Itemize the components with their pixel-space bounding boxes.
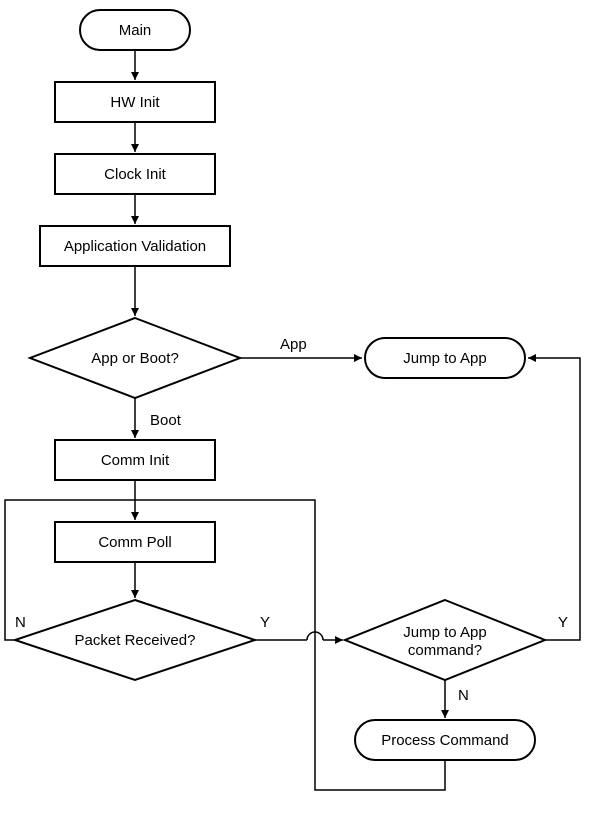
label-comm-init: Comm Init — [101, 452, 170, 469]
label-main: Main — [119, 22, 152, 39]
edge-label-boot: Boot — [150, 412, 182, 429]
edge-label-app: App — [280, 336, 307, 353]
label-jump-cmd-l2: command? — [408, 642, 482, 659]
label-process-command: Process Command — [381, 732, 509, 749]
label-jump-cmd-l1: Jump to App — [403, 624, 486, 641]
edge-label-n1: N — [15, 614, 26, 631]
label-hw-init: HW Init — [110, 94, 160, 111]
label-app-validation: Application Validation — [64, 238, 206, 255]
edge-label-n2: N — [458, 687, 469, 704]
label-clock-init: Clock Init — [104, 166, 167, 183]
edge-label-y1: Y — [260, 614, 270, 631]
label-packet-received: Packet Received? — [75, 632, 196, 649]
label-comm-poll: Comm Poll — [98, 534, 171, 551]
edge-label-y2: Y — [558, 614, 568, 631]
label-app-or-boot: App or Boot? — [91, 350, 179, 367]
label-jump-to-app: Jump to App — [403, 350, 486, 367]
